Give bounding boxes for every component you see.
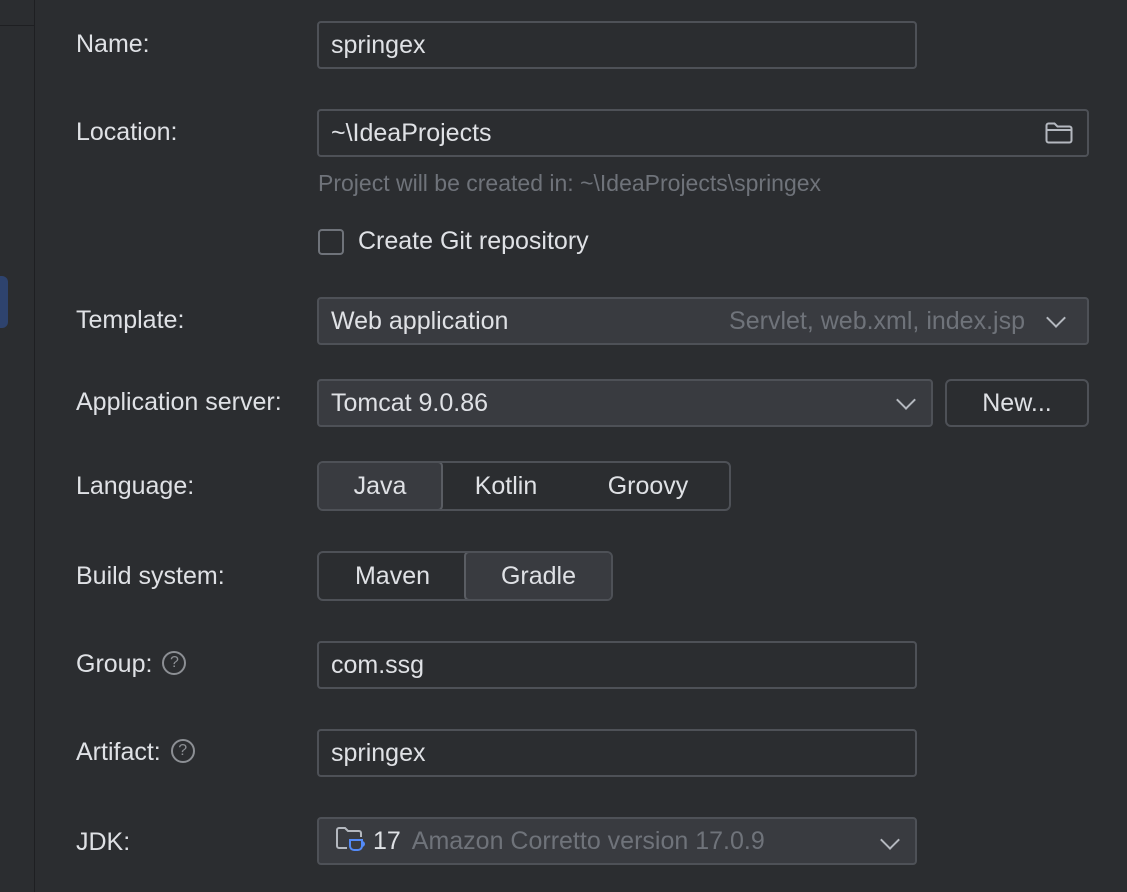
name-value: springex xyxy=(331,31,426,59)
folder-icon[interactable] xyxy=(1045,122,1073,144)
app-server-value: Tomcat 9.0.86 xyxy=(331,389,489,417)
template-label: Template: xyxy=(76,306,185,334)
location-value: ~\IdeaProjects xyxy=(331,119,492,147)
template-detail: Servlet, web.xml, index.jsp xyxy=(729,307,1025,335)
artifact-input[interactable]: springex xyxy=(317,729,917,777)
jdk-folder-icon xyxy=(336,827,365,851)
location-input[interactable]: ~\IdeaProjects xyxy=(317,109,1089,157)
jdk-dropdown[interactable]: 17 Amazon Corretto version 17.0.9 xyxy=(317,817,917,865)
sidebar-divider xyxy=(0,25,34,26)
jdk-version: 17 xyxy=(373,827,401,855)
jdk-detail: Amazon Corretto version 17.0.9 xyxy=(411,827,765,855)
jdk-label: JDK: xyxy=(76,828,131,856)
app-server-dropdown[interactable]: Tomcat 9.0.86 xyxy=(317,379,933,427)
new-server-button[interactable]: New... xyxy=(945,379,1089,427)
language-option-groovy[interactable]: Groovy xyxy=(571,463,725,509)
chevron-down-icon xyxy=(1046,308,1066,328)
help-icon[interactable]: ? xyxy=(170,739,195,764)
build-system-label: Build system: xyxy=(76,562,225,590)
chevron-down-icon xyxy=(896,390,916,410)
language-selector[interactable]: Java Kotlin Groovy xyxy=(317,461,731,511)
language-option-kotlin[interactable]: Kotlin xyxy=(441,463,571,509)
location-hint: Project will be created in: ~\IdeaProjec… xyxy=(318,170,822,196)
group-label-text: Group: xyxy=(76,650,153,678)
artifact-label-text: Artifact: xyxy=(76,738,161,766)
git-checkbox[interactable] xyxy=(318,229,344,255)
name-label: Name: xyxy=(76,30,150,58)
app-server-label: Application server: xyxy=(76,388,282,416)
artifact-label: Artifact:? xyxy=(76,737,195,767)
git-checkbox-label[interactable]: Create Git repository xyxy=(358,227,589,256)
template-value: Web application xyxy=(331,307,509,335)
location-label: Location: xyxy=(76,118,178,146)
language-label: Language: xyxy=(76,472,195,500)
new-project-form: Name: springex Location: ~\IdeaProjects … xyxy=(0,0,1127,892)
left-sidebar xyxy=(0,0,35,892)
group-label: Group:? xyxy=(76,649,187,679)
build-option-gradle[interactable]: Gradle xyxy=(464,553,611,599)
build-option-maven[interactable]: Maven xyxy=(319,553,466,599)
artifact-value: springex xyxy=(331,739,426,767)
help-icon[interactable]: ? xyxy=(162,651,187,676)
chevron-down-icon xyxy=(880,830,900,850)
language-option-java[interactable]: Java xyxy=(319,463,443,509)
name-input[interactable]: springex xyxy=(317,21,917,69)
sidebar-selection-indicator[interactable] xyxy=(0,276,8,328)
build-system-selector[interactable]: Maven Gradle xyxy=(317,551,613,601)
template-dropdown[interactable]: Web application Servlet, web.xml, index.… xyxy=(317,297,1089,345)
group-input[interactable]: com.ssg xyxy=(317,641,917,689)
group-value: com.ssg xyxy=(331,651,425,679)
